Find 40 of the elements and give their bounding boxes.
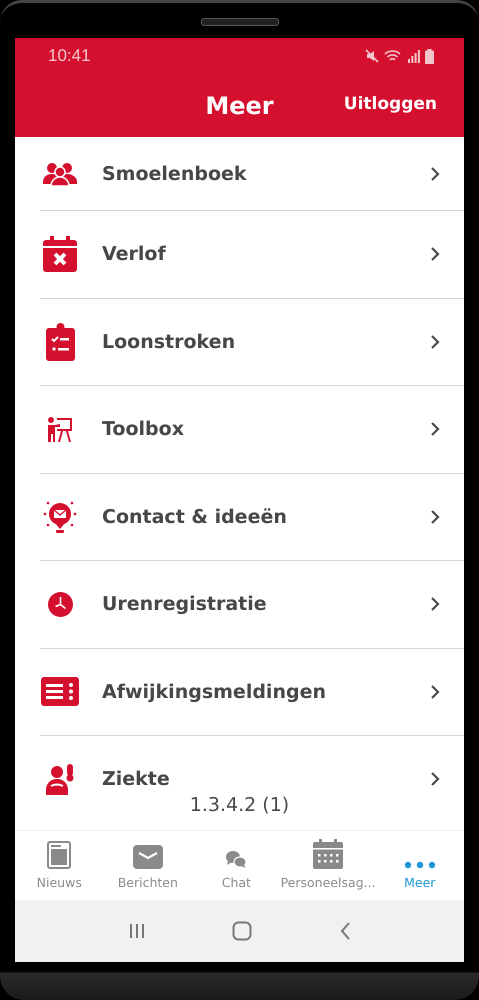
chevron-right-icon xyxy=(430,334,440,350)
calendar-icon xyxy=(313,839,344,869)
envelope-icon xyxy=(132,845,163,869)
battery-icon xyxy=(425,48,434,64)
back-icon[interactable] xyxy=(338,921,350,941)
chevron-right-icon xyxy=(430,684,440,700)
presenter-icon xyxy=(47,416,73,442)
calendar-x-icon xyxy=(43,236,77,272)
people-icon xyxy=(43,162,77,186)
chevron-right-icon xyxy=(430,246,440,262)
menu-item[interactable]: Ziekte xyxy=(40,764,464,794)
menu-item[interactable]: Toolbox xyxy=(40,416,464,442)
menu-item[interactable]: Smoelenboek xyxy=(40,162,464,186)
version-text: 1.3.4.2 (1) xyxy=(188,794,290,818)
home-icon[interactable] xyxy=(232,921,252,941)
chat-bubbles-icon xyxy=(225,849,248,869)
menu-item[interactable]: Urenregistratie xyxy=(40,592,464,617)
status-time: 10:41 xyxy=(48,46,91,66)
wifi-icon xyxy=(384,49,403,63)
signal-icon xyxy=(408,49,420,63)
recent-apps-icon[interactable] xyxy=(128,923,144,939)
logout-button[interactable]: Uitloggen xyxy=(342,92,439,116)
page-title: Meer xyxy=(205,92,274,120)
chevron-right-icon xyxy=(430,421,440,438)
chevron-right-icon xyxy=(430,166,440,182)
chevron-right-icon xyxy=(430,771,440,787)
mute-icon xyxy=(365,49,379,63)
menu-item[interactable]: Loonstroken xyxy=(40,322,464,361)
menu-item[interactable]: Afwijkingsmeldingen xyxy=(40,677,464,706)
clock-icon xyxy=(48,592,72,617)
sick-person-icon xyxy=(46,764,74,794)
clipboard-icon xyxy=(46,322,74,361)
chevron-right-icon xyxy=(430,596,440,612)
menu-item[interactable]: Contact & ideeën xyxy=(40,498,464,535)
chevron-right-icon xyxy=(430,508,440,525)
newspaper-icon xyxy=(47,841,72,869)
more-dots-icon xyxy=(404,861,436,869)
list-icon xyxy=(41,677,79,706)
menu-item[interactable]: Verlof xyxy=(40,236,464,272)
lightbulb-mail-icon xyxy=(43,498,77,535)
